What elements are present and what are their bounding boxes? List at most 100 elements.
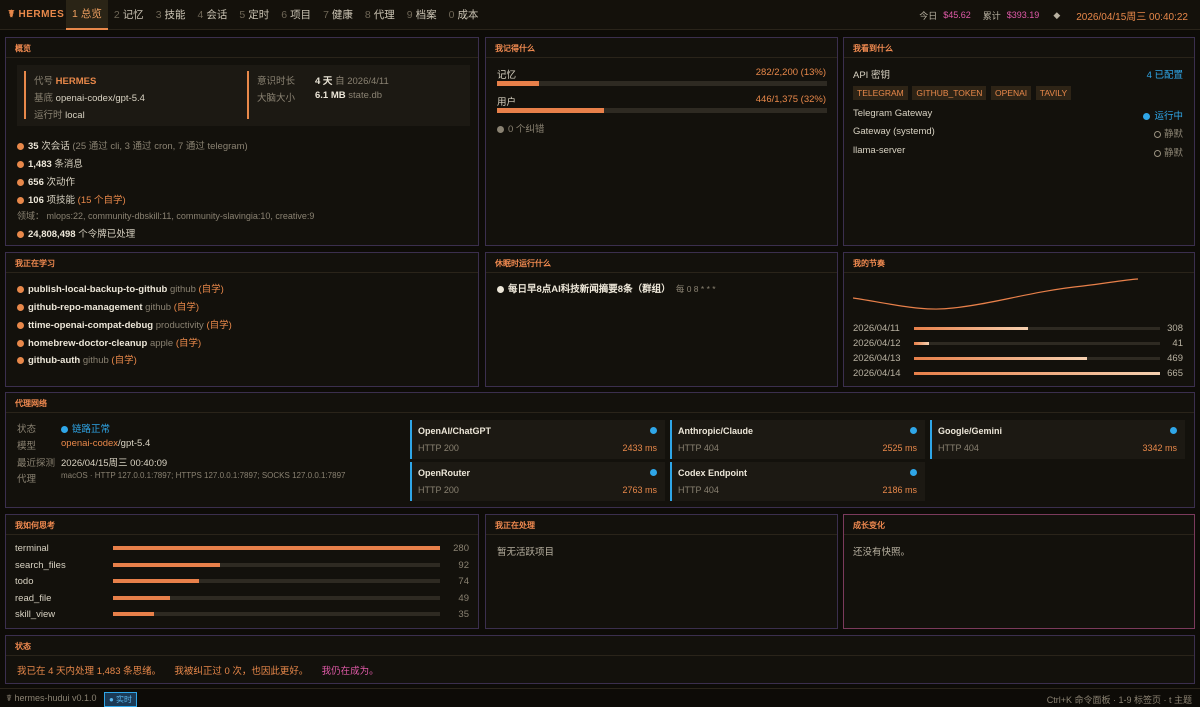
tab-proxy[interactable]: 8 代理 xyxy=(359,0,401,30)
tool-bar-fill xyxy=(113,579,200,583)
accent-line xyxy=(247,71,249,119)
live-badge: ● 实时 xyxy=(104,692,138,707)
status-label: 状态 xyxy=(17,424,37,435)
top-bar: ☤ HERMES 1 总览 2 记忆 3 技能 4 会话 5 定时 6 项目 7 健康 8 代理… xyxy=(0,0,1200,30)
skill-name: homebrew-doctor-cleanup xyxy=(28,338,148,349)
key-tag: GITHUB_TOKEN xyxy=(912,86,987,100)
tab-health[interactable]: 7 健康 xyxy=(317,0,359,30)
awareness-since: 自 2026/4/11 xyxy=(335,76,389,87)
tab-number: 8 xyxy=(364,8,371,21)
cron-job[interactable]: 每日早8点AI科技新闻摘要8条（群组） 每 0 8 * * * xyxy=(497,281,716,295)
tab-label: 档案 xyxy=(415,9,437,21)
tab-number: 2 xyxy=(113,8,120,21)
tab-sessions[interactable]: 4 会话 xyxy=(192,0,234,30)
runtime: local xyxy=(65,110,85,121)
probe-label: 最近探测 xyxy=(17,458,56,469)
tool-bar-fill xyxy=(113,612,154,616)
rhythm-bar xyxy=(914,342,1160,345)
bullet-icon xyxy=(497,286,504,293)
tab-cron[interactable]: 5 定时 xyxy=(233,0,275,30)
tab-projects[interactable]: 6 项目 xyxy=(275,0,317,30)
tool-name: search_files xyxy=(15,559,66,571)
list-item[interactable]: homebrew-doctor-cleanup apple (自学) xyxy=(17,335,201,349)
job-name: 每日早8点AI科技新闻摘要8条（群组） xyxy=(508,284,671,295)
skill-tag: (自学) xyxy=(206,320,232,331)
clock: 2026/04/15周三 00:40:22 xyxy=(1076,11,1188,23)
skill-category: productivity xyxy=(155,320,204,331)
tab-memory[interactable]: 2 记忆 xyxy=(108,0,150,30)
idle-icon xyxy=(1153,150,1161,157)
rhythm-panel: 我的节奏 2026/04/11 308 2026/04/12 41 2026/04/13… xyxy=(843,252,1195,387)
key-tag: OPENAI xyxy=(991,86,1032,100)
tab-profiles[interactable]: 9 档案 xyxy=(401,0,443,30)
rhythm-bar xyxy=(914,357,1160,360)
endpoint-card[interactable]: Anthropic/Claude HTTP 404 2525 ms xyxy=(670,420,925,459)
service-status: 静默 xyxy=(1163,129,1183,140)
probe-value: 2026/04/15周三 00:40:09 xyxy=(61,458,168,469)
model-label: 模型 xyxy=(17,441,37,452)
tab-number: 9 xyxy=(406,8,413,21)
model-name: /gpt-5.4 xyxy=(118,438,151,449)
endpoint-status: HTTP 404 xyxy=(678,485,719,495)
messages-text: 条消息 xyxy=(54,159,83,170)
bullet-icon xyxy=(17,143,24,150)
tab-label: 技能 xyxy=(164,9,186,21)
status-icon xyxy=(61,426,68,433)
skills-value: 106 xyxy=(28,195,44,206)
sessions-detail: (25 通过 cli, 3 通过 cron, 7 通过 telegram) xyxy=(72,141,248,152)
list-item[interactable]: ttime-openai-compat-debug productivity (… xyxy=(17,317,232,331)
panel-title: 我记得什么 xyxy=(486,38,837,58)
endpoint-card[interactable]: Codex Endpoint HTTP 404 2186 ms xyxy=(670,462,925,501)
tab-label: 会话 xyxy=(206,9,228,21)
api-tags: TELEGRAM GITHUB_TOKEN OPENAI TAVILY xyxy=(853,86,1073,100)
tab-overview[interactable]: 1 总览 xyxy=(66,0,108,30)
tab-label: 总览 xyxy=(80,8,102,20)
status-dot-icon xyxy=(1170,427,1177,434)
bullet-icon xyxy=(17,357,24,364)
status-value: 链路正常 xyxy=(72,424,111,435)
list-item[interactable]: publish-local-backup-to-github github (自… xyxy=(17,281,224,295)
proxy-panel: 代理网络 状态 链路正常 模型 openai-codex/gpt-5.4 最近探… xyxy=(5,392,1195,508)
list-item[interactable]: github-auth github (自学) xyxy=(17,352,137,366)
theme-diamond-icon[interactable]: ◆ xyxy=(1053,10,1060,21)
today-label: 今日 xyxy=(919,10,938,21)
tab-number: 1 xyxy=(72,7,78,20)
list-item[interactable]: github-repo-management github (自学) xyxy=(17,299,199,313)
state-line-3: 我仍在成为。 xyxy=(321,666,379,677)
rhythm-date: 2026/04/13 xyxy=(853,353,901,364)
tab-number: 3 xyxy=(155,8,162,21)
bullet-icon xyxy=(17,179,24,186)
tool-count: 92 xyxy=(458,559,469,571)
endpoint-card[interactable]: OpenAI/ChatGPT HTTP 200 2433 ms xyxy=(410,420,665,459)
skill-name: ttime-openai-compat-debug xyxy=(28,320,154,331)
tab-cost[interactable]: 0 成本 xyxy=(443,0,485,30)
memory-label: 记忆 xyxy=(497,70,517,81)
endpoint-latency: 2186 ms xyxy=(882,485,917,495)
proxy-label: 代理 xyxy=(17,474,37,485)
service-name: Gateway (systemd) xyxy=(853,126,935,137)
panel-title: 我看到什么 xyxy=(844,38,1194,58)
skills-self: (15 个自学) xyxy=(77,195,126,206)
endpoint-status: HTTP 404 xyxy=(938,443,979,453)
bullet-icon xyxy=(497,126,504,133)
tool-name: terminal xyxy=(15,543,49,554)
tab-label: 健康 xyxy=(331,9,353,21)
rhythm-sparkline xyxy=(853,278,1139,310)
codename: HERMES xyxy=(55,76,97,87)
rhythm-date: 2026/04/14 xyxy=(853,368,901,379)
rhythm-bar xyxy=(914,372,1160,375)
tool-bar-fill xyxy=(113,562,221,567)
memory-value: 282/2,200 (13%) xyxy=(755,67,826,78)
endpoint-card[interactable]: OpenRouter HTTP 200 2763 ms xyxy=(410,462,665,501)
sessions-text: 次会话 xyxy=(41,141,70,152)
memory-panel: 我记得什么 记忆 282/2,200 (13%) 用户 446/1,375 (3… xyxy=(485,37,838,246)
endpoint-card[interactable]: Google/Gemini HTTP 404 3342 ms xyxy=(930,420,1185,459)
status-dot-icon xyxy=(910,469,917,476)
actions-text: 次动作 xyxy=(46,177,76,188)
tab-skills[interactable]: 3 技能 xyxy=(150,0,192,30)
tool-bar xyxy=(113,595,440,600)
status-dot-icon xyxy=(650,427,657,434)
rhythm-bar-fill xyxy=(914,342,930,345)
empty-message: 还没有快照。 xyxy=(853,547,911,558)
status-dot-icon xyxy=(650,469,657,476)
